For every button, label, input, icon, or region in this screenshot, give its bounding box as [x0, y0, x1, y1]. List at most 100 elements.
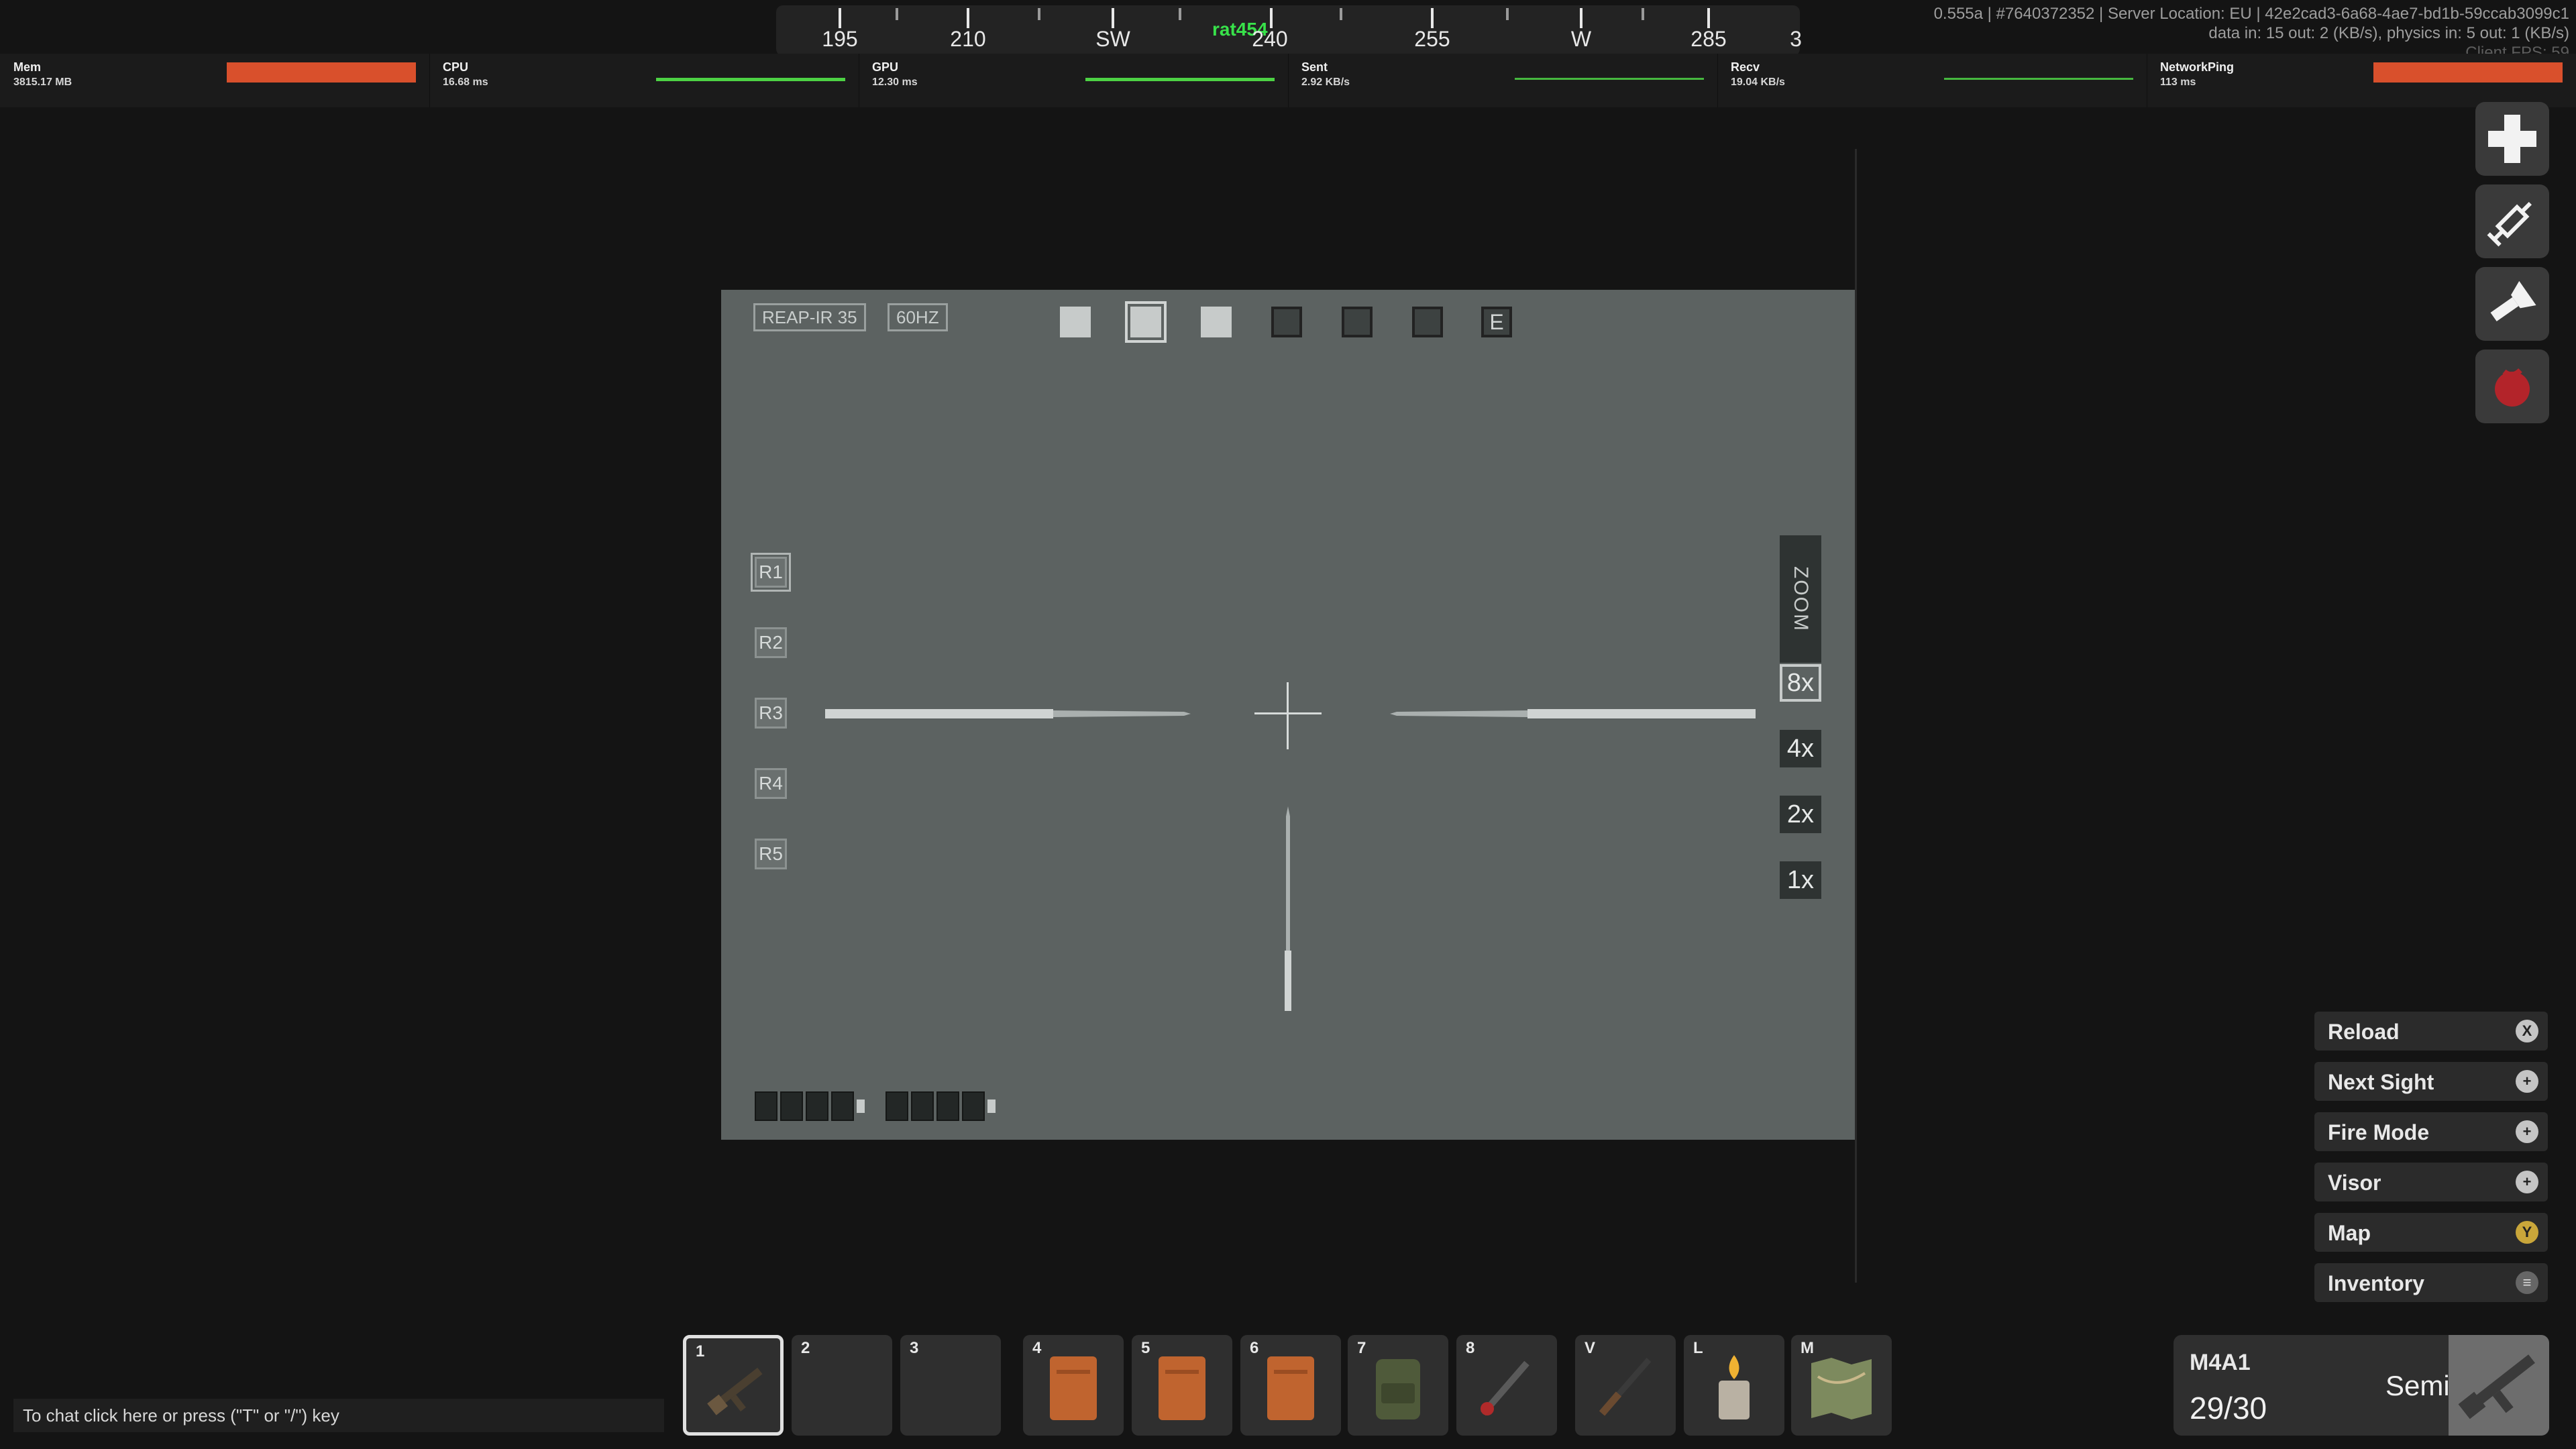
compass-tick — [1580, 8, 1582, 28]
zoom-title: ZOOM — [1780, 535, 1821, 663]
action-label: Map — [2328, 1221, 2371, 1245]
compass-tick — [896, 8, 898, 20]
hotbar-slot-v[interactable]: V — [1575, 1335, 1676, 1436]
hotbar-slot-m[interactable]: M — [1791, 1335, 1892, 1436]
ration-pack-icon — [1267, 1356, 1314, 1420]
action-inventory[interactable]: Inventory ≡ — [2314, 1263, 2548, 1302]
lighter-icon — [1719, 1355, 1750, 1419]
menu-button-icon: ≡ — [2516, 1271, 2538, 1294]
rifle-icon — [707, 1367, 763, 1415]
hotbar-slot-l[interactable]: L — [1684, 1335, 1784, 1436]
stat-gpu-graph — [1085, 78, 1275, 81]
stat-mem-bar — [227, 62, 416, 83]
compass-tick — [1642, 8, 1644, 20]
stat-recv-graph — [1944, 78, 2133, 80]
stat-sent-graph — [1515, 78, 1704, 80]
compass-tick — [1431, 8, 1434, 28]
compass-tick — [1038, 8, 1040, 20]
compass-label: 285 — [1690, 27, 1727, 51]
action-visor[interactable]: Visor + — [2314, 1163, 2548, 1201]
zoom-panel: ZOOM 8x 4x 2x 1x — [1780, 535, 1821, 899]
fire-mode: Semi — [2385, 1370, 2450, 1401]
zoom-4x-button[interactable]: 4x — [1780, 730, 1821, 767]
stat-value: 12.30 ms — [872, 76, 918, 88]
hotbar-slot-1[interactable]: 1 — [683, 1335, 784, 1436]
medkit-icon — [2488, 115, 2536, 163]
network-data-line: data in: 15 out: 2 (KB/s), physics in: 5… — [2208, 24, 2569, 42]
compass-tick — [967, 8, 969, 28]
compass-label: 255 — [1414, 27, 1450, 51]
zoom-8x-button[interactable]: 8x — [1780, 664, 1821, 702]
server-info-line: 0.555a | #7640372352 | Server Location: … — [1933, 5, 2569, 23]
action-label: Next Sight — [2328, 1070, 2434, 1094]
compass-tick — [1340, 8, 1342, 20]
action-map[interactable]: Map Y — [2314, 1213, 2548, 1252]
flashlight-icon — [2490, 280, 2536, 322]
compass-tick — [1506, 8, 1509, 20]
compass-label: 3 — [1790, 27, 1802, 51]
stat-sent: Sent 2.92 KB/s — [1288, 54, 1718, 107]
key-hint-icon: X — [2516, 1020, 2538, 1042]
stat-name: Recv — [1731, 60, 1760, 74]
weapon-thumbnail — [2449, 1335, 2549, 1436]
compass-label: W — [1570, 27, 1592, 51]
compass-tick — [1707, 8, 1710, 28]
hotbar-slot-8[interactable]: 8 — [1456, 1335, 1557, 1436]
chat-input[interactable]: To chat click here or press ("T" or "/")… — [13, 1399, 664, 1432]
rifle-icon — [2458, 1354, 2535, 1419]
stat-network-ping: NetworkPing 113 ms — [2147, 54, 2576, 107]
hunger-status-button[interactable] — [2475, 350, 2549, 423]
hotbar-slot-5[interactable]: 5 — [1132, 1335, 1232, 1436]
zoom-2x-button[interactable]: 2x — [1780, 796, 1821, 833]
compass-heading-marker — [1270, 8, 1273, 28]
stat-cpu-graph — [656, 78, 845, 81]
flashlight-button[interactable] — [2475, 267, 2549, 341]
stat-mem: Mem 3815.17 MB — [0, 54, 430, 107]
medkit-button[interactable] — [2475, 102, 2549, 176]
compass-label: 240 — [1252, 27, 1288, 51]
stat-name: CPU — [443, 60, 469, 74]
action-next-sight[interactable]: Next Sight + — [2314, 1062, 2548, 1101]
syringe-icon — [2487, 202, 2532, 247]
zoom-1x-button[interactable]: 1x — [1780, 861, 1821, 899]
hotbar-slot-3[interactable]: 3 — [900, 1335, 1001, 1436]
ration-pack-icon — [1050, 1356, 1097, 1420]
hotbar-slot-7[interactable]: 7 — [1348, 1335, 1448, 1436]
hotbar-slot-4[interactable]: 4 — [1023, 1335, 1124, 1436]
stat-gpu: GPU 12.30 ms — [859, 54, 1289, 107]
stomach-icon — [2495, 368, 2530, 407]
slot-key: 3 — [910, 1339, 919, 1357]
action-fire-mode[interactable]: Fire Mode + — [2314, 1112, 2548, 1151]
stat-value: 3815.17 MB — [13, 76, 72, 88]
wire-cutter-icon — [1481, 1360, 1529, 1416]
dpad-icon: + — [2516, 1120, 2538, 1143]
action-label: Reload — [2328, 1020, 2400, 1044]
hotbar-slot-2[interactable]: 2 — [792, 1335, 892, 1436]
backpack-icon — [1376, 1359, 1420, 1419]
action-reload[interactable]: Reload X — [2314, 1012, 2548, 1051]
knife-icon — [1599, 1358, 1652, 1416]
compass-tick — [839, 8, 841, 28]
ammo-count: 29/30 — [2190, 1391, 2267, 1426]
thermal-scope-view: REAP-IR 35 60HZ E R1 R2 R3 R4 R5 ZOOM 8x… — [721, 290, 1855, 1140]
action-label: Inventory — [2328, 1271, 2425, 1295]
compass-label: 195 — [822, 27, 858, 51]
battery-indicator — [885, 1091, 996, 1121]
map-icon — [1811, 1358, 1872, 1419]
compass-tick — [1112, 8, 1114, 28]
weapon-name: M4A1 — [2190, 1350, 2251, 1375]
syringe-button[interactable] — [2475, 184, 2549, 258]
hotbar-slot-6[interactable]: 6 — [1240, 1335, 1341, 1436]
stat-cpu: CPU 16.68 ms — [429, 54, 859, 107]
stat-name: Sent — [1301, 60, 1328, 74]
stat-name: Mem — [13, 60, 42, 74]
dpad-icon: + — [2516, 1171, 2538, 1193]
action-label: Visor — [2328, 1171, 2381, 1195]
ration-pack-icon — [1159, 1356, 1205, 1420]
stat-value: 19.04 KB/s — [1731, 76, 1785, 88]
stat-value: 2.92 KB/s — [1301, 76, 1350, 88]
dpad-icon: + — [2516, 1070, 2538, 1093]
stat-name: GPU — [872, 60, 899, 74]
performance-stats-bar: Mem 3815.17 MB CPU 16.68 ms GPU 12.30 ms… — [0, 54, 2576, 107]
y-button-icon: Y — [2516, 1221, 2538, 1244]
